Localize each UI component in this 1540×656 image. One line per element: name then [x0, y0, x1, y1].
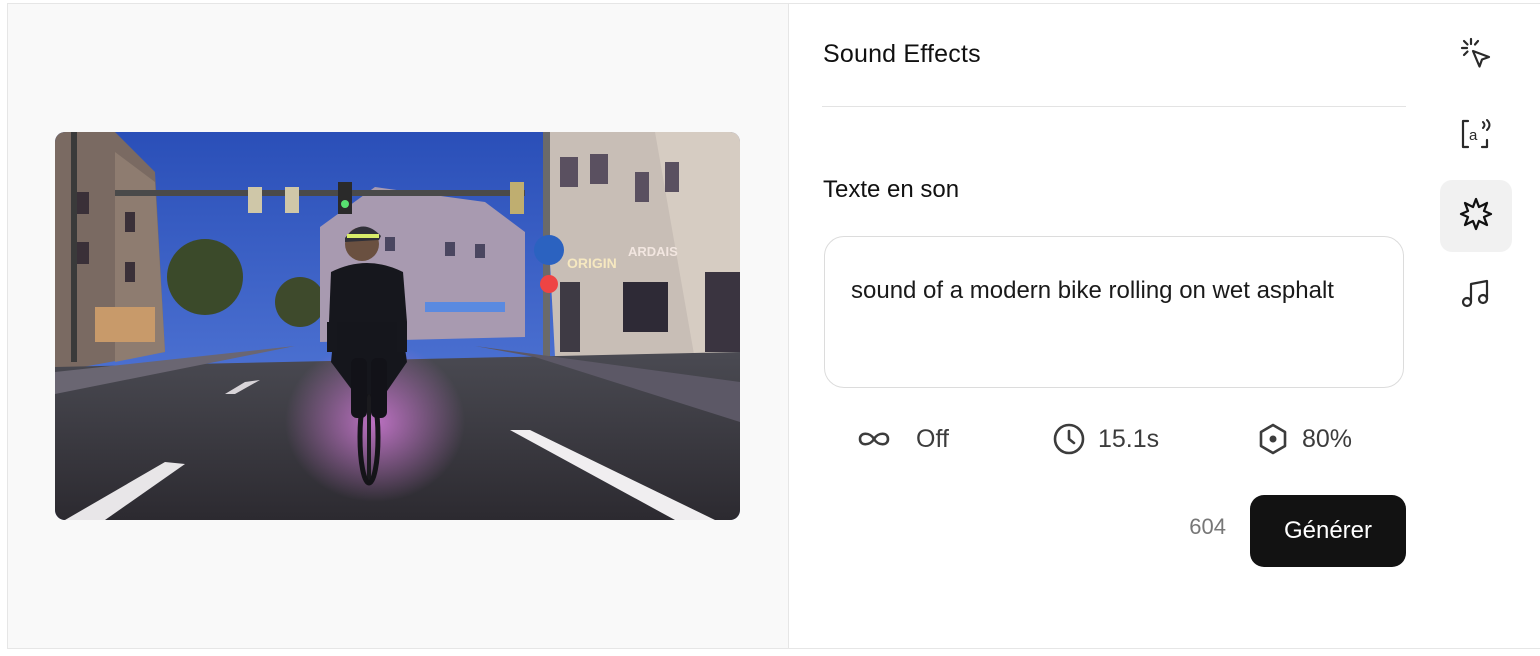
tool-sparkle-cursor[interactable] [1440, 20, 1512, 92]
prompt-textarea[interactable]: sound of a modern bike rolling on wet as… [824, 236, 1404, 388]
text-to-speech-icon: a [1458, 116, 1494, 157]
preview-pane: ORIGIN ARDAIS [8, 4, 789, 648]
tool-music[interactable] [1440, 260, 1512, 332]
prompt-influence-setting[interactable]: 80% [1256, 418, 1352, 460]
section-label: Texte en son [823, 176, 960, 203]
svg-text:ARDAIS: ARDAIS [628, 244, 678, 259]
tool-rail: a [1440, 4, 1530, 648]
duration-value: 15.1s [1098, 424, 1160, 453]
prompt-influence-value: 80% [1302, 424, 1353, 453]
music-note-icon [1458, 276, 1494, 317]
hexagon-dial-icon [1256, 422, 1290, 456]
video-preview[interactable]: ORIGIN ARDAIS [55, 132, 740, 520]
video-frame-image: ORIGIN ARDAIS [55, 132, 740, 520]
loop-setting[interactable]: Off [854, 418, 949, 460]
character-count: 604 [1189, 514, 1226, 539]
loop-value: Off [916, 424, 949, 453]
panel-title: Sound Effects [823, 40, 981, 68]
sound-effects-panel: Sound Effects Texte en son sound of a mo… [790, 4, 1540, 648]
svg-text:ORIGIN: ORIGIN [567, 255, 617, 271]
tool-text-to-speech[interactable]: a [1440, 100, 1512, 172]
svg-text:a: a [1469, 127, 1478, 144]
generate-button[interactable]: Générer [1250, 495, 1406, 567]
prompt-text[interactable]: sound of a modern bike rolling on wet as… [851, 271, 1371, 311]
duration-setting[interactable]: 15.1s [1052, 418, 1159, 460]
title-divider [822, 106, 1406, 107]
clock-icon [1052, 422, 1086, 456]
infinity-icon [854, 428, 894, 450]
sparkle-cursor-icon [1458, 36, 1494, 77]
settings-row: Off 15.1s 80% [790, 418, 1490, 460]
starburst-icon [1458, 196, 1494, 237]
tool-sound-effects[interactable] [1440, 180, 1512, 252]
